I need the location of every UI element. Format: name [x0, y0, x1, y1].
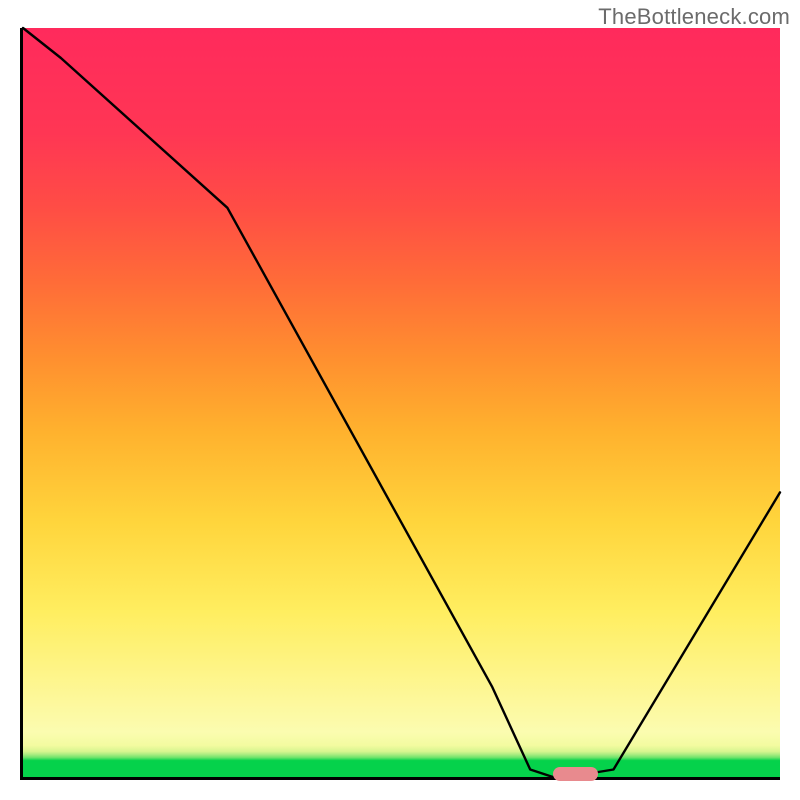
curve-svg [23, 28, 780, 777]
curve-path [23, 28, 780, 777]
plot-area [20, 28, 780, 780]
watermark-label: TheBottleneck.com [598, 4, 790, 30]
chart-container: TheBottleneck.com [0, 0, 800, 800]
baseline-marker [553, 767, 598, 781]
